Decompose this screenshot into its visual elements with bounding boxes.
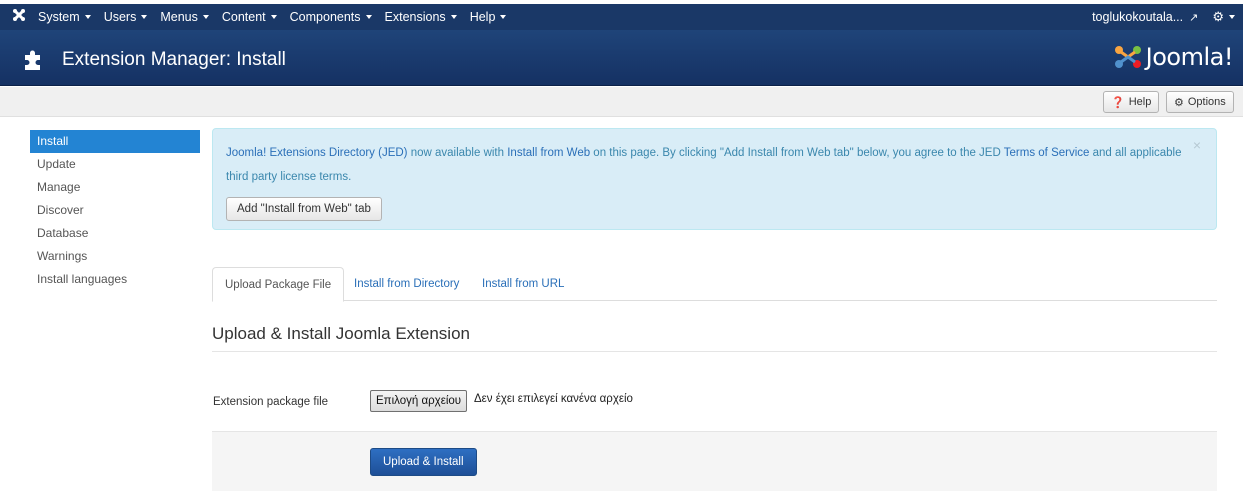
alert-message: Joomla! Extensions Directory (JED) now a…: [226, 141, 1186, 189]
file-status-text: Δεν έχει επιλεγεί κανένα αρχείο: [474, 393, 633, 405]
menu-users[interactable]: Users: [104, 10, 148, 24]
close-icon[interactable]: ×: [1193, 137, 1201, 153]
page-header: Extension Manager: Install Joomla!: [0, 30, 1243, 86]
menu-help[interactable]: Help: [470, 10, 507, 24]
gear-icon: ⚙: [1174, 96, 1184, 109]
caret-down-icon: [450, 15, 457, 19]
sidebar-item-warnings[interactable]: Warnings: [30, 245, 200, 268]
sidebar-item-install[interactable]: Install: [30, 130, 200, 153]
user-settings-menu[interactable]: ⚙: [1212, 9, 1235, 25]
help-button[interactable]: ❓ Help: [1103, 91, 1160, 113]
add-install-from-web-button[interactable]: Add "Install from Web" tab: [226, 197, 382, 221]
joomla-logo-icon: [1114, 46, 1141, 68]
options-button[interactable]: ⚙ Options: [1166, 91, 1234, 113]
menu-system[interactable]: System: [38, 10, 91, 24]
navbar-right: toglukokoutala... ↗ ⚙: [1092, 4, 1235, 30]
tab-install-from-directory[interactable]: Install from Directory: [342, 267, 471, 301]
caret-down-icon: [1229, 15, 1235, 19]
help-button-label: Help: [1128, 96, 1152, 108]
section-heading: Upload & Install Joomla Extension: [212, 324, 470, 343]
jed-link[interactable]: Joomla! Extensions Directory (JED): [226, 147, 408, 159]
menu-components[interactable]: Components: [290, 10, 372, 24]
menu-menus[interactable]: Menus: [160, 10, 209, 24]
menu-label: Extensions: [384, 10, 446, 24]
choose-file-button[interactable]: Επιλογή αρχείου: [370, 390, 468, 412]
upload-install-button[interactable]: Upload & Install: [370, 448, 477, 476]
main-menu: System Users Menus Content Components Ex…: [38, 10, 519, 24]
caret-down-icon: [365, 15, 372, 19]
sidebar-item-database[interactable]: Database: [30, 222, 200, 245]
caret-down-icon: [500, 15, 507, 19]
sidebar-item-manage[interactable]: Manage: [30, 176, 200, 199]
menu-label: Content: [221, 10, 266, 24]
external-link-icon[interactable]: ↗: [1189, 11, 1198, 24]
sidebar-item-install-languages[interactable]: Install languages: [30, 268, 200, 291]
caret-down-icon: [270, 15, 277, 19]
menu-label: Components: [289, 10, 361, 24]
question-circle-icon: ❓: [1111, 96, 1125, 109]
install-tabs: Upload Package File Install from Directo…: [212, 267, 1217, 302]
menu-content[interactable]: Content: [222, 10, 277, 24]
gear-icon: ⚙: [1212, 9, 1224, 24]
menu-label: Users: [103, 10, 137, 24]
tab-install-from-url[interactable]: Install from URL: [470, 267, 576, 301]
jed-info-alert: Joomla! Extensions Directory (JED) now a…: [212, 128, 1217, 230]
joomla-icon[interactable]: [0, 8, 38, 26]
extension-package-file-label: Extension package file: [213, 396, 329, 408]
menu-label: Menus: [160, 10, 198, 24]
install-from-web-link[interactable]: Install from Web: [507, 147, 590, 159]
puzzle-icon: [25, 50, 40, 70]
caret-down-icon: [141, 15, 148, 19]
caret-down-icon: [202, 15, 209, 19]
divider: [212, 351, 1217, 352]
alert-text: now available with: [407, 147, 508, 159]
sidebar-item-discover[interactable]: Discover: [30, 199, 200, 222]
joomla-logo: Joomla!: [1113, 43, 1234, 71]
logo-text: Joomla!: [1145, 43, 1234, 71]
site-link[interactable]: toglukokoutala...: [1092, 10, 1183, 24]
menu-label: Help: [469, 10, 496, 24]
form-actions: Upload & Install: [212, 431, 1217, 491]
toolbar: ❓ Help ⚙ Options: [0, 87, 1243, 117]
menu-label: System: [38, 10, 80, 24]
caret-down-icon: [84, 15, 91, 19]
sidebar-item-update[interactable]: Update: [30, 153, 200, 176]
page-title: Extension Manager: Install: [62, 49, 286, 70]
alert-text: on this page. By clicking "Add Install f…: [590, 147, 1004, 159]
top-navbar: System Users Menus Content Components Ex…: [0, 0, 1243, 30]
options-button-label: Options: [1187, 96, 1226, 108]
tab-upload-package-file[interactable]: Upload Package File: [212, 267, 345, 302]
terms-of-service-link[interactable]: Terms of Service: [1004, 147, 1090, 159]
menu-extensions[interactable]: Extensions: [385, 10, 457, 24]
sidebar: Install Update Manage Discover Database …: [30, 130, 200, 291]
